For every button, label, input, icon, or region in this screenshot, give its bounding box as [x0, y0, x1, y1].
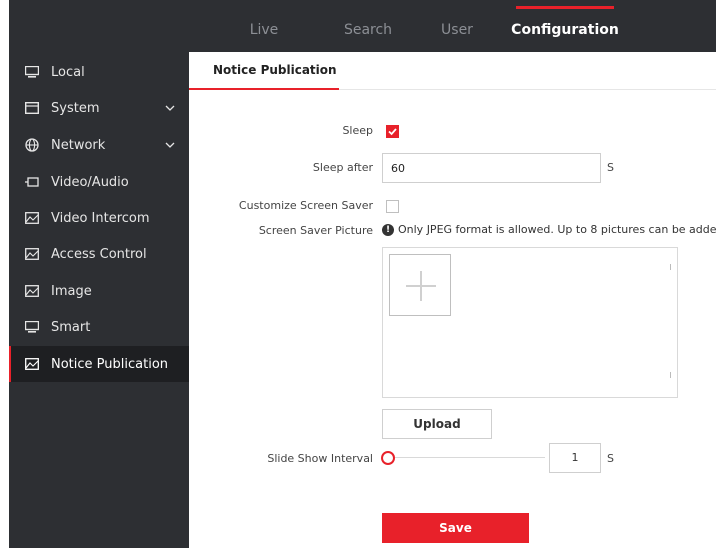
tab-notice-publication[interactable]: Notice Publication [189, 52, 339, 90]
nav-search[interactable]: Search [339, 0, 397, 52]
main-content: Notice Publication Sleep Sleep after S C… [189, 52, 716, 548]
add-picture-button[interactable] [389, 254, 451, 316]
sidebar-item-video-audio[interactable]: Video/Audio [9, 164, 189, 200]
save-button[interactable]: Save [382, 513, 529, 543]
sidebar: Local System Network Video/Audio Video I… [9, 52, 189, 548]
sidebar-item-label: Video/Audio [51, 174, 129, 190]
sleep-after-input[interactable] [382, 153, 601, 183]
sidebar-item-label: System [51, 100, 100, 116]
sidebar-item-label: Network [51, 137, 106, 153]
window-icon [25, 102, 39, 114]
customize-screen-saver-checkbox[interactable] [386, 200, 399, 213]
sidebar-item-notice-publication[interactable]: Notice Publication [9, 346, 189, 382]
scrollbar-top[interactable] [670, 264, 671, 270]
slide-interval-slider-track[interactable] [389, 457, 545, 458]
sidebar-item-label: Notice Publication [51, 356, 169, 372]
nav-live-view[interactable]: Live View [231, 0, 297, 98]
sidebar-item-label: Access Control [51, 246, 147, 262]
nav-user[interactable]: User [434, 0, 480, 52]
tab-bar: Notice Publication [189, 52, 716, 90]
monitor-icon [25, 66, 39, 78]
image-icon [25, 358, 39, 370]
sleep-after-unit: S [607, 161, 614, 174]
sidebar-item-access-control[interactable]: Access Control [9, 236, 189, 272]
image-icon [25, 248, 39, 260]
sidebar-item-label: Video Intercom [51, 210, 150, 226]
chevron-down-icon[interactable] [165, 104, 175, 112]
sidebar-item-smart[interactable]: Smart [9, 309, 189, 345]
top-navigation: Live View Search User Configuration [9, 0, 716, 98]
screen-saver-info-text: Only JPEG format is allowed. Up to 8 pic… [398, 223, 716, 236]
slide-interval-slider-thumb[interactable] [381, 451, 395, 465]
sidebar-item-video-intercom[interactable]: Video Intercom [9, 200, 189, 236]
camera-icon [25, 176, 39, 188]
sleep-label: Sleep [342, 124, 373, 137]
sidebar-item-label: Local [51, 64, 85, 80]
tab-active-indicator [189, 88, 339, 90]
sidebar-item-local[interactable]: Local [9, 54, 189, 90]
slide-interval-unit: S [607, 452, 614, 465]
screen-saver-picture-label: Screen Saver Picture [258, 224, 373, 237]
picture-list [382, 247, 678, 398]
screen-saver-info: ! Only JPEG format is allowed. Up to 8 p… [382, 223, 716, 236]
chevron-down-icon[interactable] [165, 141, 175, 149]
scrollbar-bottom[interactable] [670, 372, 671, 378]
sleep-after-label: Sleep after [312, 161, 373, 174]
sidebar-item-system[interactable]: System [9, 90, 189, 126]
image-icon [25, 285, 39, 297]
checkmark-icon [388, 128, 397, 136]
slide-show-interval-label: Slide Show Interval [267, 452, 373, 465]
sleep-checkbox[interactable] [386, 125, 399, 138]
nav-active-indicator [516, 6, 614, 9]
slide-interval-value[interactable]: 1 [549, 443, 601, 473]
sidebar-item-network[interactable]: Network [9, 127, 189, 163]
sidebar-item-image[interactable]: Image [9, 273, 189, 309]
globe-icon [25, 138, 39, 152]
monitor-icon [25, 321, 39, 333]
info-icon: ! [382, 223, 394, 236]
upload-button[interactable]: Upload [382, 409, 492, 439]
sidebar-item-label: Image [51, 283, 92, 299]
left-edge [0, 0, 9, 548]
image-icon [25, 212, 39, 224]
sidebar-item-label: Smart [51, 319, 91, 335]
customize-screen-saver-label: Customize Screen Saver [238, 199, 373, 212]
